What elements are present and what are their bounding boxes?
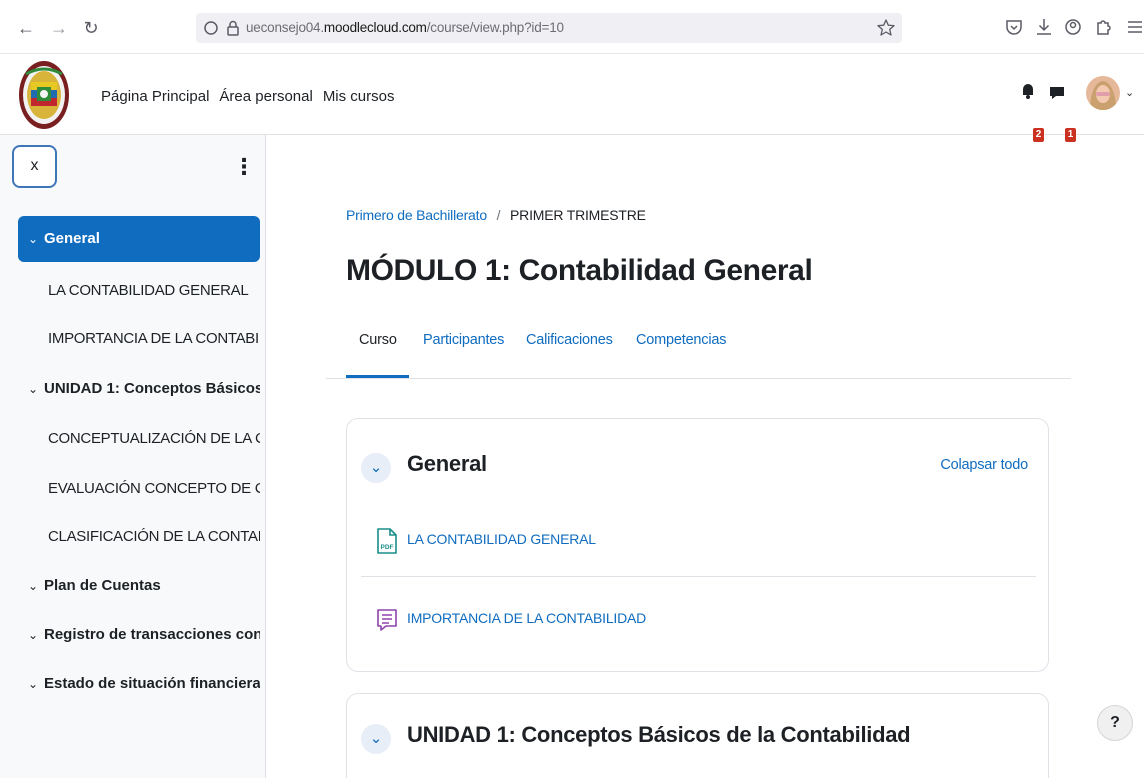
close-drawer-button[interactable]: x — [12, 145, 57, 188]
lock-icon[interactable] — [224, 19, 242, 37]
svg-text:PDF: PDF — [381, 544, 394, 551]
primary-navigation: Página Principal Área personal Mis curso… — [101, 88, 395, 105]
account-icon[interactable] — [1062, 16, 1084, 38]
messages-count-badge: 1 — [1065, 128, 1076, 142]
messages-icon[interactable] — [1048, 78, 1070, 100]
tab-course[interactable]: Curso — [359, 332, 397, 348]
breadcrumb-current: PRIMER TRIMESTRE — [510, 207, 646, 223]
extensions-icon[interactable] — [1092, 16, 1114, 38]
activity-link[interactable]: LA CONTABILIDAD GENERAL — [407, 531, 596, 547]
activity-forum[interactable]: IMPORTANCIA DE LA CONTABILIDAD — [361, 589, 1036, 649]
breadcrumb: Primero de Bachillerato / PRIMER TRIMEST… — [346, 207, 646, 223]
nav-my-courses[interactable]: Mis cursos — [323, 88, 395, 105]
section-unidad-1: ⌄ UNIDAD 1: Conceptos Básicos de la Cont… — [346, 693, 1049, 778]
tab-competencies[interactable]: Competencias — [636, 332, 726, 348]
tracking-protection-icon[interactable] — [202, 19, 220, 37]
chevron-down-icon[interactable]: ⌄ — [28, 661, 44, 707]
course-index-item[interactable]: CONCEPTUALIZACIÓN DE LA CO... — [18, 416, 260, 462]
course-index-item[interactable]: LA CONTABILIDAD GENERAL — [18, 268, 260, 314]
course-index-item[interactable]: EVALUACIÓN CONCEPTO DE CO... — [18, 466, 260, 512]
bookmark-star-icon[interactable] — [876, 18, 896, 38]
forum-icon — [377, 609, 397, 631]
course-index-section-plan-de-cuentas[interactable]: ⌄ Plan de Cuentas — [18, 563, 260, 609]
course-index-item[interactable]: IMPORTANCIA DE LA CONTABILI... — [18, 316, 260, 362]
site-navbar: Página Principal Área personal Mis curso… — [0, 54, 1144, 142]
tab-grades[interactable]: Calificaciones — [526, 332, 613, 348]
activity-link[interactable]: IMPORTANCIA DE LA CONTABILIDAD — [407, 610, 646, 626]
activity-pdf[interactable]: PDF LA CONTABILIDAD GENERAL — [361, 510, 1036, 570]
help-button[interactable]: ? — [1097, 705, 1133, 741]
chevron-down-icon[interactable]: ⌄ — [28, 216, 44, 262]
user-avatar[interactable] — [1086, 76, 1120, 110]
active-tab-indicator — [346, 375, 409, 378]
breadcrumb-separator: / — [496, 207, 501, 223]
tab-participants[interactable]: Participantes — [423, 332, 504, 348]
course-index-section-unidad-1[interactable]: ⌄ UNIDAD 1: Conceptos Básicos ... — [18, 366, 260, 412]
section-general: ⌄ General Colapsar todo PDF LA CONTABILI… — [346, 418, 1049, 672]
activity-divider — [361, 576, 1036, 577]
chevron-down-icon[interactable]: ⌄ — [28, 612, 44, 658]
course-index-section-estado[interactable]: ⌄ Estado de situación financiera — [18, 661, 260, 707]
download-icon[interactable] — [1033, 16, 1055, 38]
course-index-item[interactable]: CLASIFICACIÓN DE LA CONTABI... — [18, 514, 260, 560]
course-index-section-general[interactable]: ⌄ General — [18, 216, 260, 262]
drawer-kebab-menu-icon[interactable]: ⋮ — [233, 156, 255, 178]
section-title[interactable]: UNIDAD 1: Conceptos Básicos de la Contab… — [407, 722, 911, 748]
notifications-count-badge: 2 — [1033, 128, 1044, 142]
breadcrumb-course-link[interactable]: Primero de Bachillerato — [346, 207, 487, 223]
school-logo[interactable] — [18, 60, 70, 130]
back-icon[interactable]: ← — [15, 17, 37, 39]
reload-icon[interactable]: ↻ — [80, 17, 102, 39]
url-text[interactable]: ueconsejo04.moodlecloud.com/course/view.… — [246, 20, 564, 35]
chevron-down-icon[interactable]: ⌄ — [28, 563, 44, 609]
browser-toolbar: ← → ↻ ueconsejo04.moodlecloud.com/course… — [0, 0, 1144, 54]
page-title: MÓDULO 1: Contabilidad General — [346, 254, 813, 287]
pocket-icon[interactable] — [1003, 16, 1025, 38]
chevron-down-icon[interactable]: ⌄ — [28, 366, 44, 412]
user-menu-chevron-down-icon[interactable]: ⌄ — [1125, 86, 1134, 99]
forward-icon[interactable]: → — [48, 17, 70, 39]
nav-home[interactable]: Página Principal — [101, 88, 209, 105]
notifications-bell-icon[interactable] — [1019, 78, 1037, 100]
nav-dashboard[interactable]: Área personal — [219, 88, 312, 105]
collapse-all-link[interactable]: Colapsar todo — [940, 457, 1028, 473]
course-index-drawer: x ⋮ ⌄ General LA CONTABILIDAD GENERAL IMP… — [0, 135, 266, 778]
menu-icon[interactable] — [1124, 16, 1144, 38]
address-bar[interactable]: ueconsejo04.moodlecloud.com/course/view.… — [196, 13, 902, 43]
course-index-section-registro[interactable]: ⌄ Registro de transacciones cont... — [18, 612, 260, 658]
section-title[interactable]: General — [407, 451, 487, 477]
pdf-icon: PDF — [377, 528, 397, 554]
course-secondary-nav: Curso Participantes Calificaciones Compe… — [326, 318, 1071, 379]
section-collapse-chevron-icon[interactable]: ⌄ — [361, 724, 391, 754]
section-collapse-chevron-icon[interactable]: ⌄ — [361, 453, 391, 483]
